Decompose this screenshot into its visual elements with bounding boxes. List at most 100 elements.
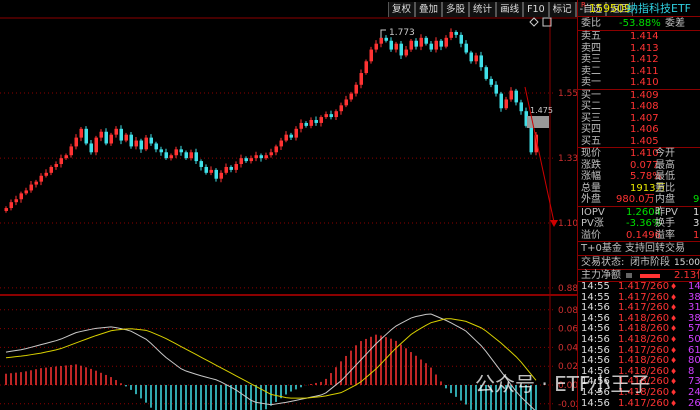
price-axis-label: 0.888 [558, 284, 577, 294]
candle-body [254, 155, 258, 159]
buy-label: 买一 [581, 89, 601, 101]
candle-body [314, 120, 318, 123]
main-flow-value: 2.13亿 [674, 270, 700, 281]
candle-body [264, 155, 268, 159]
status-row: 交易状态: 闭市阶段 15:00:06 [578, 256, 700, 270]
tick-time: 14:56 [581, 397, 610, 409]
toolbar-button[interactable]: 标记 [548, 2, 576, 17]
info-block: 现价 1.410 今开 涨跌 0.077 最高 涨幅 5.78% 最低 总量 1913万 量比 外盘 98… [578, 148, 700, 207]
info-label: 外盘 [581, 194, 601, 205]
tick-direction-icon: ♦ [670, 387, 678, 397]
price-axis-label: 1.330 [558, 154, 577, 164]
candle-body [144, 137, 148, 150]
candle-body [514, 90, 518, 103]
toolbar-button[interactable]: 统计 [469, 2, 497, 17]
candle-body [79, 128, 83, 138]
candle-body [419, 37, 423, 47]
iopv-label: IOPV [581, 206, 605, 218]
weicha-label: 委差 [665, 18, 685, 29]
candle-body [349, 93, 353, 100]
candle-body [94, 137, 98, 153]
candle-body [474, 55, 478, 62]
candle-body [304, 122, 308, 126]
iopv-label: 溢价 [581, 229, 601, 241]
cursor-label: 1.475 [530, 106, 553, 115]
quote-row: 卖二 1.411 [578, 66, 700, 78]
tick-list[interactable]: 14:55 1.417/260 ♦ 14 14:55 1.417/260 ♦ 38 14:56 1… [578, 281, 700, 409]
cursor-box [527, 116, 549, 128]
candle-body [129, 134, 133, 147]
sell-label: 卖四 [581, 42, 601, 54]
toolbar-button[interactable]: F10 [523, 2, 549, 17]
macd-axis-label: -0.020 [558, 400, 577, 410]
sell-price: 1.413 [630, 42, 659, 54]
candle-body [479, 55, 483, 68]
tick-volume: 24 [688, 386, 700, 398]
flow-bar [640, 274, 660, 278]
candle-body [209, 169, 213, 173]
main-flow-label: 主力净额 [581, 270, 621, 281]
buy-price: 1.408 [630, 101, 659, 112]
candle-body [214, 169, 218, 179]
market-tag: R [581, 1, 586, 9]
tick-direction-icon: ♦ [670, 345, 678, 355]
info-label: 涨幅 [581, 171, 601, 182]
kline-chart[interactable]: 1.552 1.330 1.109 0.888 0.080 0.060 0.040 0.020… [0, 0, 577, 410]
candle-body [469, 52, 473, 62]
candle-body [289, 134, 293, 138]
quote-row: 14:56 1.418/260 ♦ 50 [578, 333, 700, 346]
t0-text: T+0基金 支持回转交易 [581, 243, 686, 254]
quote-row: 外盘 980.0万内盘 93 [578, 194, 700, 206]
candle-body [294, 128, 298, 138]
candle-body [369, 49, 373, 62]
candle-body [529, 125, 533, 153]
flow-toggle-icon[interactable] [626, 273, 632, 278]
candle-body [299, 122, 303, 129]
tick-direction-icon: ♦ [670, 292, 678, 302]
quote-row: 卖三 1.412 [578, 54, 700, 66]
candle-body [69, 146, 73, 156]
toolbar-button[interactable]: 多股 [442, 2, 470, 17]
candle-body [179, 149, 183, 153]
toolbar-button[interactable]: 复权 [388, 2, 416, 17]
candle-body [319, 117, 323, 123]
toolbar-button[interactable]: 叠加 [415, 2, 443, 17]
tick-direction-icon: ♦ [670, 356, 678, 366]
candle-body [459, 34, 463, 44]
high-label: 1.773 [389, 28, 415, 38]
iopv-label: 昨PV [655, 206, 678, 218]
iopv-label: PV涨 [581, 218, 604, 229]
sell-label: 卖三 [581, 54, 601, 65]
macd-axis-label: 0.000 [558, 381, 577, 391]
info-label: 最高 [655, 159, 675, 171]
tick-time: 14:56 [581, 333, 610, 345]
tick-volume: 14 [688, 281, 700, 292]
candle-body [409, 40, 413, 50]
quote-row: 溢价 0.1496 溢率 1 [578, 230, 700, 242]
tick-direction-icon: ♦ [670, 398, 678, 408]
candle-body [414, 40, 418, 47]
buy-price: 1.405 [630, 135, 659, 147]
sell-price: 1.412 [630, 54, 659, 65]
quote-panel: R 159509 纳指科技ETF 委比 -53.88% 委差 卖五 1.414 卖四… [577, 0, 700, 410]
sell-label: 卖二 [581, 65, 601, 77]
info-label: 内盘 [655, 194, 675, 205]
candle-body [334, 111, 338, 118]
candle-body [64, 155, 68, 159]
toolbar-button[interactable]: 画线 [496, 2, 524, 17]
iopv-value: 1 [693, 206, 700, 218]
quote-row: 买三 1.407 [578, 113, 700, 125]
status-label: 交易状态: [581, 257, 625, 268]
candle-body [49, 166, 53, 173]
macd-axis-label: 0.060 [558, 325, 577, 335]
tick-volume: 26 [688, 397, 700, 409]
macd-axis-label: 0.080 [558, 306, 577, 316]
candle-body [374, 43, 378, 50]
candle-body [154, 143, 158, 150]
candle-body [44, 172, 48, 176]
candle-body [54, 164, 58, 167]
candle-body [454, 31, 458, 35]
sell-price: 1.410 [630, 77, 659, 88]
price-axis-label: 1.552 [558, 89, 577, 99]
high-marker-icon [380, 29, 386, 38]
